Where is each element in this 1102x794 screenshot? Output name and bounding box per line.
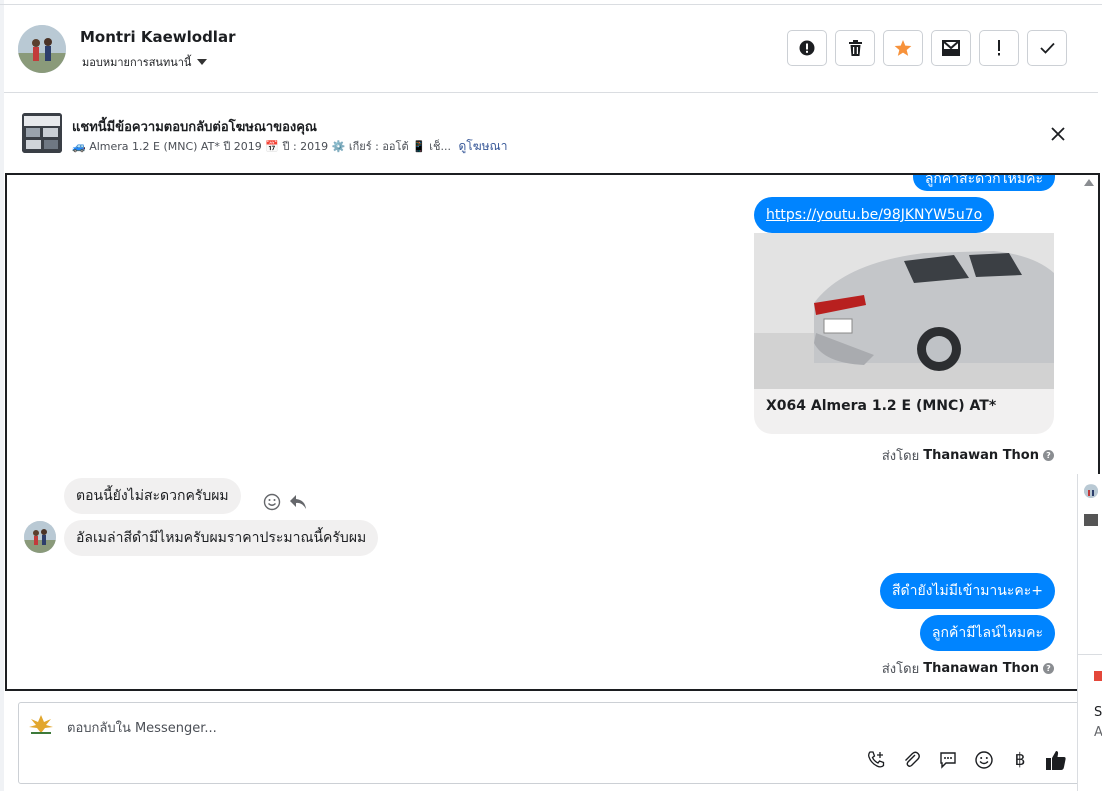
side-text: S <box>1094 705 1102 720</box>
star-icon <box>894 39 912 56</box>
sent-by-prefix: ส่งโดย <box>881 449 920 464</box>
outgoing-message: ลูกค้าสะดวกไหมคะ <box>912 173 1055 191</box>
view-ad-link[interactable]: ดูโฆษณา <box>459 139 508 153</box>
thumbs-up-icon[interactable] <box>1045 749 1067 771</box>
scroll-up-arrow-icon[interactable] <box>1084 179 1094 186</box>
message-text: ตอนนี้ยังไม่สะดวกครับผม <box>76 488 229 504</box>
react-emoji-icon[interactable] <box>263 493 281 511</box>
envelope-icon <box>942 40 960 56</box>
ad-details-text: 🚙 Almera 1.2 E (MNC) AT* ปี 2019 📅 ปี : … <box>72 140 451 153</box>
page-logo <box>27 713 55 737</box>
help-icon[interactable]: ? <box>1043 450 1054 461</box>
trash-icon <box>848 40 862 56</box>
side-chat-list-fragment: S A <box>1077 474 1102 794</box>
sender-name[interactable]: Thanawan Thon <box>923 661 1039 676</box>
car-preview-image <box>754 233 1054 389</box>
paperclip-icon[interactable] <box>901 749 923 771</box>
youtube-link[interactable]: https://youtu.be/98JKNYW5u7o <box>766 207 982 223</box>
contact-name[interactable]: Montri Kaewlodlar <box>80 28 235 46</box>
phone-plus-icon[interactable] <box>865 749 887 771</box>
close-icon[interactable] <box>1048 124 1068 144</box>
star-button[interactable] <box>883 30 923 66</box>
alert-icon <box>799 40 815 56</box>
ad-details: 🚙 Almera 1.2 E (MNC) AT* ปี 2019 📅 ปี : … <box>72 137 507 156</box>
sent-by-label: ส่งโดย Thanawan Thon ? <box>882 445 1054 466</box>
message-text: ลูกค้ามีไลน์ไหมคะ <box>931 625 1043 641</box>
link-preview-card[interactable]: X064 Almera 1.2 E (MNC) AT* <box>754 233 1054 434</box>
emoji-icon[interactable] <box>973 749 995 771</box>
ad-thumbnail[interactable] <box>22 113 62 153</box>
outgoing-message: ลูกค้ามีไลน์ไหมคะ <box>919 615 1055 651</box>
composer-toolbar: ฿ <box>865 749 1067 771</box>
incoming-message: ตอนนี้ยังไม่สะดวกครับผม <box>64 478 241 514</box>
assign-label: มอบหมายการสนทนานี้ <box>82 56 192 69</box>
sender-avatar[interactable] <box>24 521 56 553</box>
message-thread[interactable]: ลูกค้าสะดวกไหมคะ https://youtu.be/98JKNY… <box>5 173 1100 691</box>
ad-thumbnail[interactable] <box>1084 514 1098 526</box>
side-text: A <box>1094 725 1102 740</box>
link-preview-title[interactable]: X064 Almera 1.2 E (MNC) AT* <box>766 398 996 414</box>
message-text: สีดำยังไม่มีเข้ามานะคะ+ <box>891 583 1043 599</box>
sent-by-prefix: ส่งโดย <box>881 662 920 677</box>
reply-icon[interactable] <box>289 494 307 510</box>
side-info-box: S A <box>1078 654 1102 794</box>
message-text: อัลเมล่าสีดำมีไหมครับผมราคาประมาณนี้ครับ… <box>76 530 367 546</box>
mark-spam-button[interactable] <box>787 30 827 66</box>
ad-reply-banner: แชทนี้มีข้อความตอบกลับต่อโฆษณาของคุณ 🚙 A… <box>4 94 1098 174</box>
conversation-header: Montri Kaewlodlar มอบหมายการสนทนานี้ <box>4 5 1098 93</box>
message-text: ลูกค้าสะดวกไหมคะ <box>924 173 1043 187</box>
check-icon <box>1039 42 1055 54</box>
saved-reply-icon[interactable] <box>937 749 959 771</box>
outgoing-message: สีดำยังไม่มีเข้ามานะคะ+ <box>879 573 1055 609</box>
sender-name[interactable]: Thanawan Thon <box>923 448 1039 463</box>
baht-icon[interactable]: ฿ <box>1009 749 1031 771</box>
done-button[interactable] <box>1027 30 1067 66</box>
delete-button[interactable] <box>835 30 875 66</box>
inbox-conversation-view: Montri Kaewlodlar มอบหมายการสนทนานี้ แชท… <box>0 0 1102 794</box>
message-actions <box>263 493 307 511</box>
exclamation-icon <box>998 40 1000 56</box>
reply-composer: ตอบกลับใน Messenger... ฿ <box>18 702 1102 784</box>
mark-unread-button[interactable] <box>931 30 971 66</box>
chevron-down-icon <box>197 59 208 65</box>
avatar[interactable] <box>18 25 66 73</box>
reply-input[interactable]: ตอบกลับใน Messenger... <box>67 717 217 738</box>
sent-by-label: ส่งโดย Thanawan Thon ? <box>882 658 1054 679</box>
follow-up-button[interactable] <box>979 30 1019 66</box>
help-icon[interactable]: ? <box>1043 663 1054 674</box>
conversation-actions <box>787 30 1067 66</box>
assign-conversation-dropdown[interactable]: มอบหมายการสนทนานี้ <box>82 53 208 71</box>
incoming-message: อัลเมล่าสีดำมีไหมครับผมราคาประมาณนี้ครับ… <box>64 520 379 556</box>
outgoing-link-message[interactable]: https://youtu.be/98JKNYW5u7o <box>754 197 995 233</box>
avatar[interactable] <box>1084 484 1098 498</box>
ad-title: แชทนี้มีข้อความตอบกลับต่อโฆษณาของคุณ <box>72 120 317 135</box>
notification-icon <box>1094 671 1102 681</box>
